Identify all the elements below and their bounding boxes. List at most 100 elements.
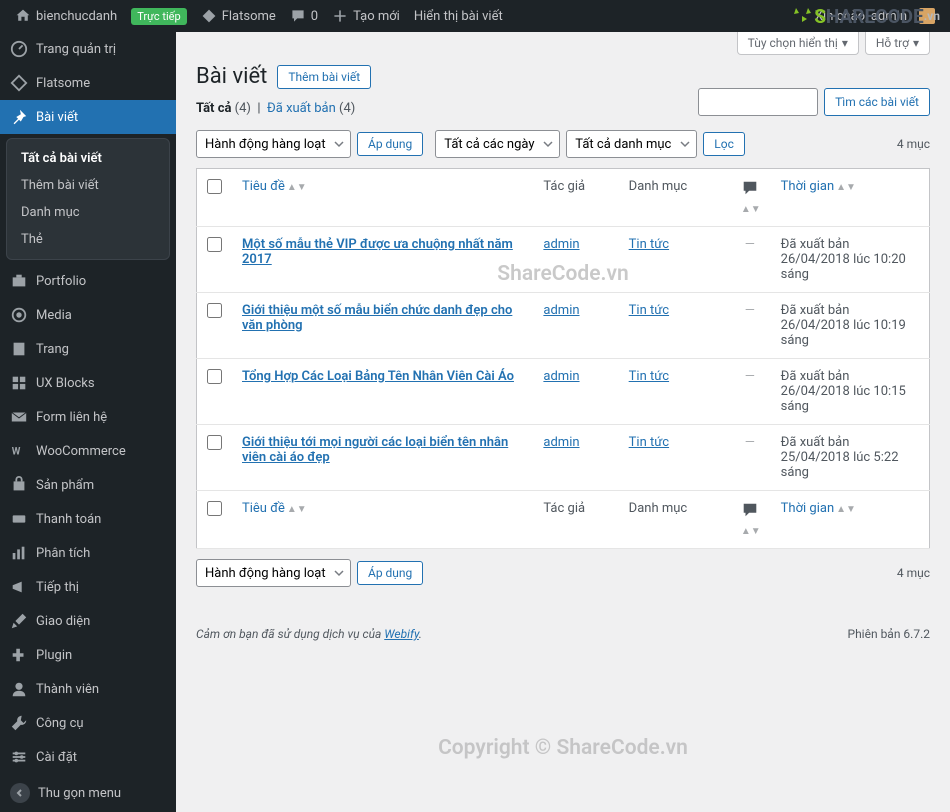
briefcase-icon <box>10 272 28 290</box>
submenu-add-post[interactable]: Thêm bài viết <box>7 172 169 199</box>
author-link[interactable]: admin <box>543 435 579 450</box>
help-button[interactable]: Hỗ trợ ▾ <box>865 32 930 55</box>
collapse-menu[interactable]: Thu gọn menu <box>0 774 176 812</box>
submenu-categories[interactable]: Danh mục <box>7 199 169 226</box>
author-link[interactable]: admin <box>543 237 579 252</box>
megaphone-icon <box>10 578 28 596</box>
watermark-bottom: Copyright © ShareCode.vn <box>438 736 688 760</box>
posts-table: Tiêu đề▲▼ Tác giả Danh mục ▲▼ Thời gian▲… <box>196 168 930 549</box>
post-title-link[interactable]: Một số mẫu thẻ VIP được ưa chuộng nhất n… <box>242 237 513 267</box>
date-cell: Đã xuất bản26/04/2018 lúc 10:15 sáng <box>771 359 930 425</box>
comments-link[interactable]: 0 <box>290 8 318 24</box>
menu-plugins[interactable]: Plugin <box>0 638 176 672</box>
new-link[interactable]: Tạo mới <box>332 8 400 24</box>
submenu-all-posts[interactable]: Tất cả bài viết <box>7 145 169 172</box>
item-count-bottom: 4 mục <box>897 566 930 580</box>
menu-appearance[interactable]: Giao diện <box>0 604 176 638</box>
webify-link[interactable]: Webify <box>384 627 419 641</box>
filter-published[interactable]: Đã xuất bản (4) <box>267 101 355 116</box>
brush-icon <box>10 612 28 630</box>
category-link[interactable]: Tin tức <box>629 435 669 450</box>
bulk-action-select[interactable]: Hành động hàng loạt <box>196 130 351 158</box>
menu-portfolio[interactable]: Portfolio <box>0 264 176 298</box>
category-link[interactable]: Tin tức <box>629 303 669 318</box>
menu-ux-blocks[interactable]: UX Blocks <box>0 366 176 400</box>
menu-payments[interactable]: Thanh toán <box>0 502 176 536</box>
menu-users[interactable]: Thành viên <box>0 672 176 706</box>
category-filter-select[interactable]: Tất cả danh mục <box>566 130 697 158</box>
tool-icon <box>10 714 28 732</box>
table-row: Giới thiệu tới mọi người các loại biển t… <box>197 425 930 491</box>
menu-dashboard[interactable]: Trang quản trị <box>0 32 176 66</box>
filter-all[interactable]: Tất cả (4) <box>196 101 251 116</box>
dashboard-icon <box>10 40 28 58</box>
col-title[interactable]: Tiêu đề▲▼ <box>232 169 533 227</box>
comment-count: — <box>745 303 755 318</box>
filter-button[interactable]: Lọc <box>703 132 745 156</box>
table-row: Tổng Hợp Các Loại Bảng Tên Nhân Viên Cài… <box>197 359 930 425</box>
author-link[interactable]: admin <box>543 303 579 318</box>
author-link[interactable]: admin <box>543 369 579 384</box>
category-link[interactable]: Tin tức <box>629 369 669 384</box>
menu-marketing[interactable]: Tiếp thị <box>0 570 176 604</box>
post-title-link[interactable]: Giới thiệu một số mẫu biển chức danh đẹp… <box>242 303 512 333</box>
select-all-checkbox-footer[interactable] <box>207 501 222 516</box>
col-category: Danh mục <box>619 169 729 227</box>
menu-settings[interactable]: Cài đặt <box>0 740 176 774</box>
comment-icon <box>741 501 759 519</box>
col-comments[interactable]: ▲▼ <box>729 169 771 227</box>
menu-media[interactable]: Media <box>0 298 176 332</box>
apply-button-bottom[interactable]: Áp dụng <box>357 561 423 585</box>
product-icon <box>10 476 28 494</box>
chart-icon <box>10 544 28 562</box>
menu-tools[interactable]: Công cụ <box>0 706 176 740</box>
menu-pages[interactable]: Trang <box>0 332 176 366</box>
plugin-icon <box>10 646 28 664</box>
menu-forms[interactable]: Form liên hệ <box>0 400 176 434</box>
blocks-icon <box>10 374 28 392</box>
category-link[interactable]: Tin tức <box>629 237 669 252</box>
site-link[interactable]: bienchucdanh <box>15 8 117 24</box>
main-content: Tùy chọn hiển thị ▾ Hỗ trợ ▾ Bài viết Th… <box>176 32 950 812</box>
comment-icon <box>741 179 759 197</box>
comment-count: — <box>745 435 755 450</box>
menu-flatsome[interactable]: Flatsome <box>0 66 176 100</box>
menu-products[interactable]: Sản phẩm <box>0 468 176 502</box>
home-icon <box>15 8 31 24</box>
menu-woocommerce[interactable]: WWooCommerce <box>0 434 176 468</box>
svg-text:W: W <box>12 447 21 458</box>
submenu-tags[interactable]: Thẻ <box>7 226 169 253</box>
add-new-button[interactable]: Thêm bài viết <box>277 65 371 89</box>
col-author: Tác giả <box>533 169 618 227</box>
col-title-footer[interactable]: Tiêu đề▲▼ <box>232 491 533 549</box>
flatsome-link[interactable]: Flatsome <box>201 8 276 24</box>
chevron-left-icon <box>15 788 25 798</box>
table-row: Giới thiệu một số mẫu biển chức danh đẹp… <box>197 293 930 359</box>
apply-button[interactable]: Áp dụng <box>357 132 423 156</box>
comment-count: — <box>745 369 755 384</box>
date-filter-select[interactable]: Tất cả các ngày <box>435 130 560 158</box>
plus-icon <box>332 8 348 24</box>
page-title: Bài viết <box>196 64 267 89</box>
select-all-checkbox[interactable] <box>207 179 222 194</box>
row-checkbox[interactable] <box>207 369 222 384</box>
search-input[interactable] <box>698 88 818 116</box>
row-checkbox[interactable] <box>207 303 222 318</box>
post-title-link[interactable]: Giới thiệu tới mọi người các loại biển t… <box>242 435 508 465</box>
diamond-icon <box>201 8 217 24</box>
menu-posts[interactable]: Bài viết <box>0 100 176 134</box>
post-title-link[interactable]: Tổng Hợp Các Loại Bảng Tên Nhân Viên Cài… <box>242 369 514 384</box>
screen-options-button[interactable]: Tùy chọn hiển thị ▾ <box>737 32 859 55</box>
row-checkbox[interactable] <box>207 435 222 450</box>
row-checkbox[interactable] <box>207 237 222 252</box>
bulk-action-select-bottom[interactable]: Hành động hàng loạt <box>196 559 351 587</box>
col-date[interactable]: Thời gian▲▼ <box>771 169 930 227</box>
view-post-link[interactable]: Hiển thị bài viết <box>414 9 503 24</box>
table-row: Một số mẫu thẻ VIP được ưa chuộng nhất n… <box>197 227 930 293</box>
cart-icon <box>10 510 28 528</box>
admin-sidebar: Trang quản trị Flatsome Bài viết Tất cả … <box>0 32 176 812</box>
search-button[interactable]: Tìm các bài viết <box>824 88 930 116</box>
settings-icon <box>10 748 28 766</box>
live-badge: Trực tiếp <box>131 8 186 25</box>
menu-analytics[interactable]: Phân tích <box>0 536 176 570</box>
